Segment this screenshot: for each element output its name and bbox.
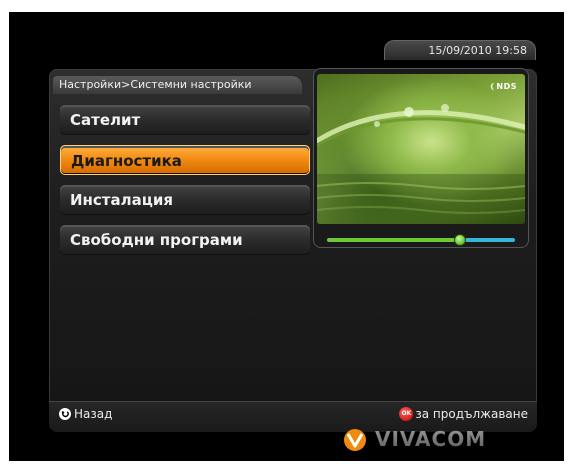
progress-slider-track[interactable] [327, 238, 515, 242]
ok-hint[interactable]: OK за продължаване [399, 407, 528, 421]
back-hint[interactable]: Назад [59, 407, 112, 421]
progress-slider-knob[interactable] [454, 234, 466, 246]
menu-item-installation[interactable]: Инсталация [60, 185, 310, 215]
menu-item-free-programs[interactable]: Свободни програми [60, 225, 310, 255]
progress-slider-remaining [465, 238, 515, 242]
menu-item-diagnostics[interactable]: Диагностика [60, 145, 310, 175]
menu-item-satellite[interactable]: Сателит [60, 105, 310, 135]
breadcrumb: Настройки>Системни настройки [53, 76, 302, 94]
ok-button-icon: OK [399, 407, 414, 421]
settings-menu: Сателит Диагностика Инсталация Свободни … [60, 105, 310, 265]
grass-water-image [317, 104, 525, 224]
back-icon [59, 408, 71, 420]
nds-logo: ❨NDS [489, 82, 517, 91]
back-label: Назад [74, 407, 113, 421]
video-preview: ❨NDS [317, 74, 525, 224]
vivacom-v-icon [344, 429, 366, 451]
datetime-display: 15/09/2010 19:58 [384, 40, 536, 60]
progress-slider-elapsed [327, 238, 459, 242]
vivacom-logo: VIVACOM [341, 427, 486, 451]
tv-screen: 15/09/2010 19:58 Настройки>Системни наст… [9, 12, 564, 461]
vivacom-wordmark: VIVACOM [375, 427, 487, 451]
continue-label: за продължаване [415, 407, 528, 421]
